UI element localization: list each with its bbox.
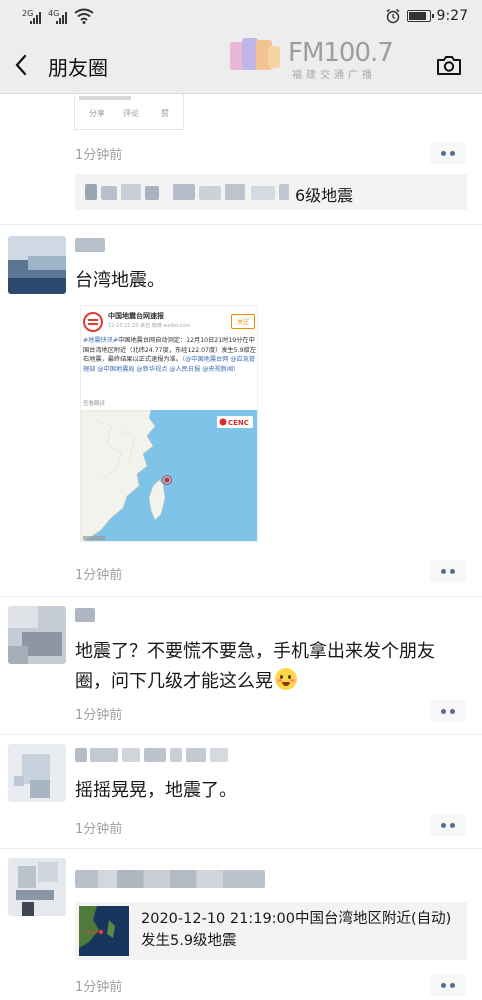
card-share-label: 分享	[89, 109, 105, 118]
translate-link: 查看翻译	[83, 401, 106, 407]
page-title: 朋友圈	[48, 56, 108, 80]
post-time: 1分钟前	[75, 822, 123, 837]
post-time: 1分钟前	[75, 568, 123, 583]
cenc-logo-icon	[83, 312, 103, 332]
shared-link-title: 6级地震	[295, 186, 354, 205]
post-time: 1分钟前	[75, 980, 123, 995]
post-divider	[0, 848, 482, 849]
post-time: 1分钟前	[75, 148, 123, 163]
nav-bar: 朋友圈 FM100.7 福建交通广播	[0, 36, 482, 94]
weibo-meta: 12-10 21:20 来自 微博 weibo.com	[108, 323, 191, 329]
weibo-account-name: 中国地震台网速报	[108, 312, 164, 320]
more-actions-button[interactable]	[430, 560, 466, 582]
shared-link-card[interactable]: 6级地震	[75, 174, 467, 210]
more-actions-button[interactable]	[430, 700, 466, 722]
weibo-header: 中国地震台网速报 12-10 21:20 来自 微博 weibo.com 关注	[81, 306, 257, 336]
follow-button: 关注	[230, 314, 255, 329]
user-name[interactable]	[75, 608, 95, 622]
camera-icon[interactable]	[436, 54, 462, 76]
card-like-label: 赞	[161, 109, 169, 118]
post-divider	[0, 224, 482, 225]
post-divider	[0, 734, 482, 735]
previous-post-card[interactable]: 分享 评论 赞	[74, 94, 184, 130]
alarm-icon	[386, 8, 400, 24]
post-text-content: 地震了？不要慌不要急，手机拿出来发个朋友圈，问下几级才能这么晃	[75, 641, 435, 692]
card-comment-label: 评论	[123, 109, 139, 118]
shared-link-card[interactable]: 2020-12-10 21:19:00中国台湾地区附近(自动)发生5.9级地震	[75, 902, 467, 960]
avatar[interactable]	[8, 606, 66, 664]
more-actions-button[interactable]	[430, 142, 466, 164]
flushed-face-emoji	[275, 668, 297, 690]
status-bar: 2G 4G 9:27	[0, 0, 482, 36]
battery-icon	[406, 10, 434, 22]
more-actions-button[interactable]	[430, 974, 466, 996]
watermark-subtitle: 福建交通广播	[292, 70, 376, 81]
avatar[interactable]	[8, 744, 66, 802]
link-title: 2020-12-10 21:19:00中国台湾地区附近(自动)发生5.9级地震	[141, 911, 452, 949]
watermark-brand: FM100.7	[288, 38, 394, 68]
weibo-body: #地震快讯#中国地震台网自动测定：12月10日21时19分在中国台湾地区附近（北…	[83, 336, 257, 374]
link-thumbnail	[79, 906, 129, 956]
signal-icon	[30, 12, 41, 24]
user-name[interactable]	[75, 870, 265, 888]
post-image[interactable]: 中国地震台网速报 12-10 21:20 来自 微博 weibo.com 关注 …	[80, 305, 258, 542]
signal-icon-2	[56, 12, 67, 24]
post-text: 地震了？不要慌不要急，手机拿出来发个朋友圈，问下几级才能这么晃	[75, 637, 467, 697]
fm-watermark-logo: FM100.7 福建交通广播	[228, 36, 398, 94]
post-text: 摇摇晃晃，地震了。	[75, 780, 237, 801]
user-name[interactable]	[75, 238, 105, 252]
cenc-badge: CENC	[228, 419, 249, 427]
user-name[interactable]	[75, 748, 87, 762]
avatar[interactable]	[8, 236, 66, 294]
status-time: 9:27	[436, 8, 468, 24]
earthquake-map: CENC	[81, 410, 257, 541]
avatar[interactable]	[8, 858, 66, 916]
wifi-icon	[74, 8, 94, 24]
post-text: 台湾地震。	[75, 270, 165, 291]
chevron-left-icon[interactable]	[14, 54, 28, 76]
post-divider	[0, 596, 482, 597]
weibo-hashtag: #地震快讯#	[83, 337, 119, 344]
post-time: 1分钟前	[75, 708, 123, 723]
more-actions-button[interactable]	[430, 814, 466, 836]
